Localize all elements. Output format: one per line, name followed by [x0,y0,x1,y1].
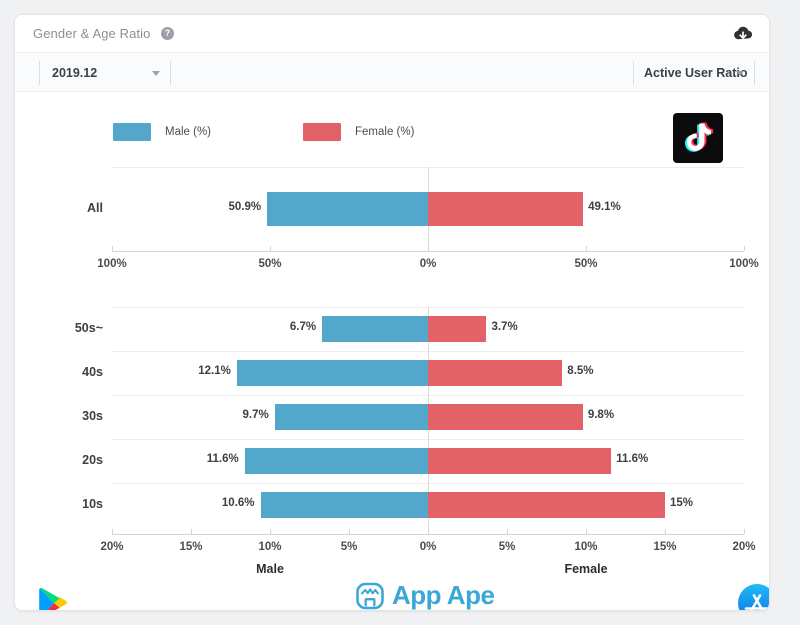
x-axis-tick-label: 0% [419,541,437,553]
bar-value-label: 9.8% [587,409,615,421]
x-axis-tick [270,529,271,534]
category-label: All [87,201,103,215]
legend-swatch-male [113,123,151,141]
x-axis-tick [112,529,113,534]
bar-value-label: 3.7% [491,321,518,333]
legend-item-male[interactable]: Male (%) [113,123,211,141]
category-label: 50s~ [74,321,103,335]
chart-legend: Male (%) Female (%) [113,123,414,141]
bar-male[interactable] [267,192,428,226]
x-axis-tick-label: 20% [732,541,756,553]
bar-value-label: 9.7% [242,409,269,421]
card-header: Gender & Age Ratio ? [15,15,769,53]
bar-male[interactable] [236,360,428,386]
bar-male[interactable] [244,448,428,474]
google-play-icon[interactable] [29,579,77,610]
bar-male[interactable] [274,404,428,430]
x-axis-tick [349,529,350,534]
x-axis-tick [586,529,587,534]
metric-select-value: Active User Ratio [644,66,748,80]
x-axis-tick-label: 50% [574,258,598,270]
app-ape-brand-text: App Ape [392,580,495,610]
chart-all: 50.9% 49.1% 100% 50% 0% 50% 100% All [15,167,769,270]
x-axis-tick-label: 15% [179,541,203,553]
plot-area: 50.9% 49.1% 100% 50% 0% 50% 100% [97,167,759,270]
x-axis-tick-label: 5% [340,541,358,553]
bar-value-label: 15% [670,497,694,509]
x-axis-tick-label: 10% [258,541,282,553]
bar-female[interactable] [428,404,583,430]
bar-value-label: 8.5% [567,365,594,377]
bar-value-label: 11.6% [206,453,239,465]
x-axis-tick-label: 5% [498,541,516,553]
x-axis-tick-label: 0% [419,258,437,270]
bar-value-label: 10.6% [221,497,255,509]
legend-label-female: Female (%) [355,126,415,138]
chart-age-groups: 6.7% 3.7% 12.1% 8.5% 9.7% 9.8% 11.6% 11.6% 10.6%… [15,307,769,576]
x-axis-tick [586,246,587,251]
bar-value-label: 12.1% [198,365,231,377]
x-axis-tick [428,246,429,251]
bar-male[interactable] [260,492,428,518]
bar-value-label: 49.1% [588,201,621,213]
x-axis-tick-label: 100% [729,258,759,270]
x-axis-tick [665,529,666,534]
bar-female[interactable] [428,316,487,342]
x-axis-tick [744,529,745,534]
bar-value-label: 6.7% [289,321,317,333]
help-icon[interactable]: ? [161,27,174,40]
x-axis-tick-label: 100% [97,258,127,270]
bar-female[interactable] [428,492,665,518]
x-axis-tick [507,529,508,534]
apple-app-store-icon[interactable] [733,579,769,610]
x-axis-tick-label: 20% [100,541,124,553]
tiktok-logo [673,113,723,163]
screenshot-root: Gender & Age Ratio ? 2019.12 Active User… [0,0,800,625]
plot-area: 6.7% 3.7% 12.1% 8.5% 9.7% 9.8% 11.6% 11.6% 10.6%… [100,307,756,576]
x-axis-tick-label: 15% [653,541,677,553]
x-axis-tick [112,246,113,251]
ape-face-icon [356,582,384,609]
period-select[interactable]: 2019.12 [39,61,171,85]
category-label: 20s [82,453,103,467]
x-axis-tick [744,246,745,251]
legend-swatch-female [303,123,342,141]
app-ape-logo: App Ape [355,580,495,610]
bar-female[interactable] [428,448,612,474]
bar-male[interactable] [322,316,428,342]
period-select-value: 2019.12 [52,66,98,80]
gender-age-ratio-card: Gender & Age Ratio ? 2019.12 Active User… [14,14,770,611]
legend-item-female[interactable]: Female (%) [303,123,414,141]
bar-value-label: 50.9% [228,201,262,213]
card-toolbar: 2019.12 Active User Ratio [15,53,769,92]
x-axis-tick-label: 10% [574,541,598,553]
x-axis-line [112,251,744,252]
x-axis-tick [191,529,192,534]
page-title: Gender & Age Ratio [33,26,151,41]
category-label: 40s [82,365,103,379]
cloud-download-icon[interactable] [733,25,753,43]
x-axis-line [112,534,744,535]
x-axis-tick [428,529,429,534]
axis-title-female: Female [564,562,608,576]
legend-label-male: Male (%) [165,126,212,138]
category-label: 30s [82,409,103,423]
chevron-down-icon [736,70,744,76]
x-axis-tick [270,246,271,251]
category-label: 10s [82,497,103,511]
bar-value-label: 11.6% [616,453,649,465]
bar-female[interactable] [428,192,584,226]
metric-select[interactable]: Active User Ratio [633,61,755,85]
chevron-down-icon [152,70,160,76]
x-axis-tick-label: 50% [258,258,282,270]
bar-female[interactable] [428,360,563,386]
axis-title-male: Male [256,562,284,576]
